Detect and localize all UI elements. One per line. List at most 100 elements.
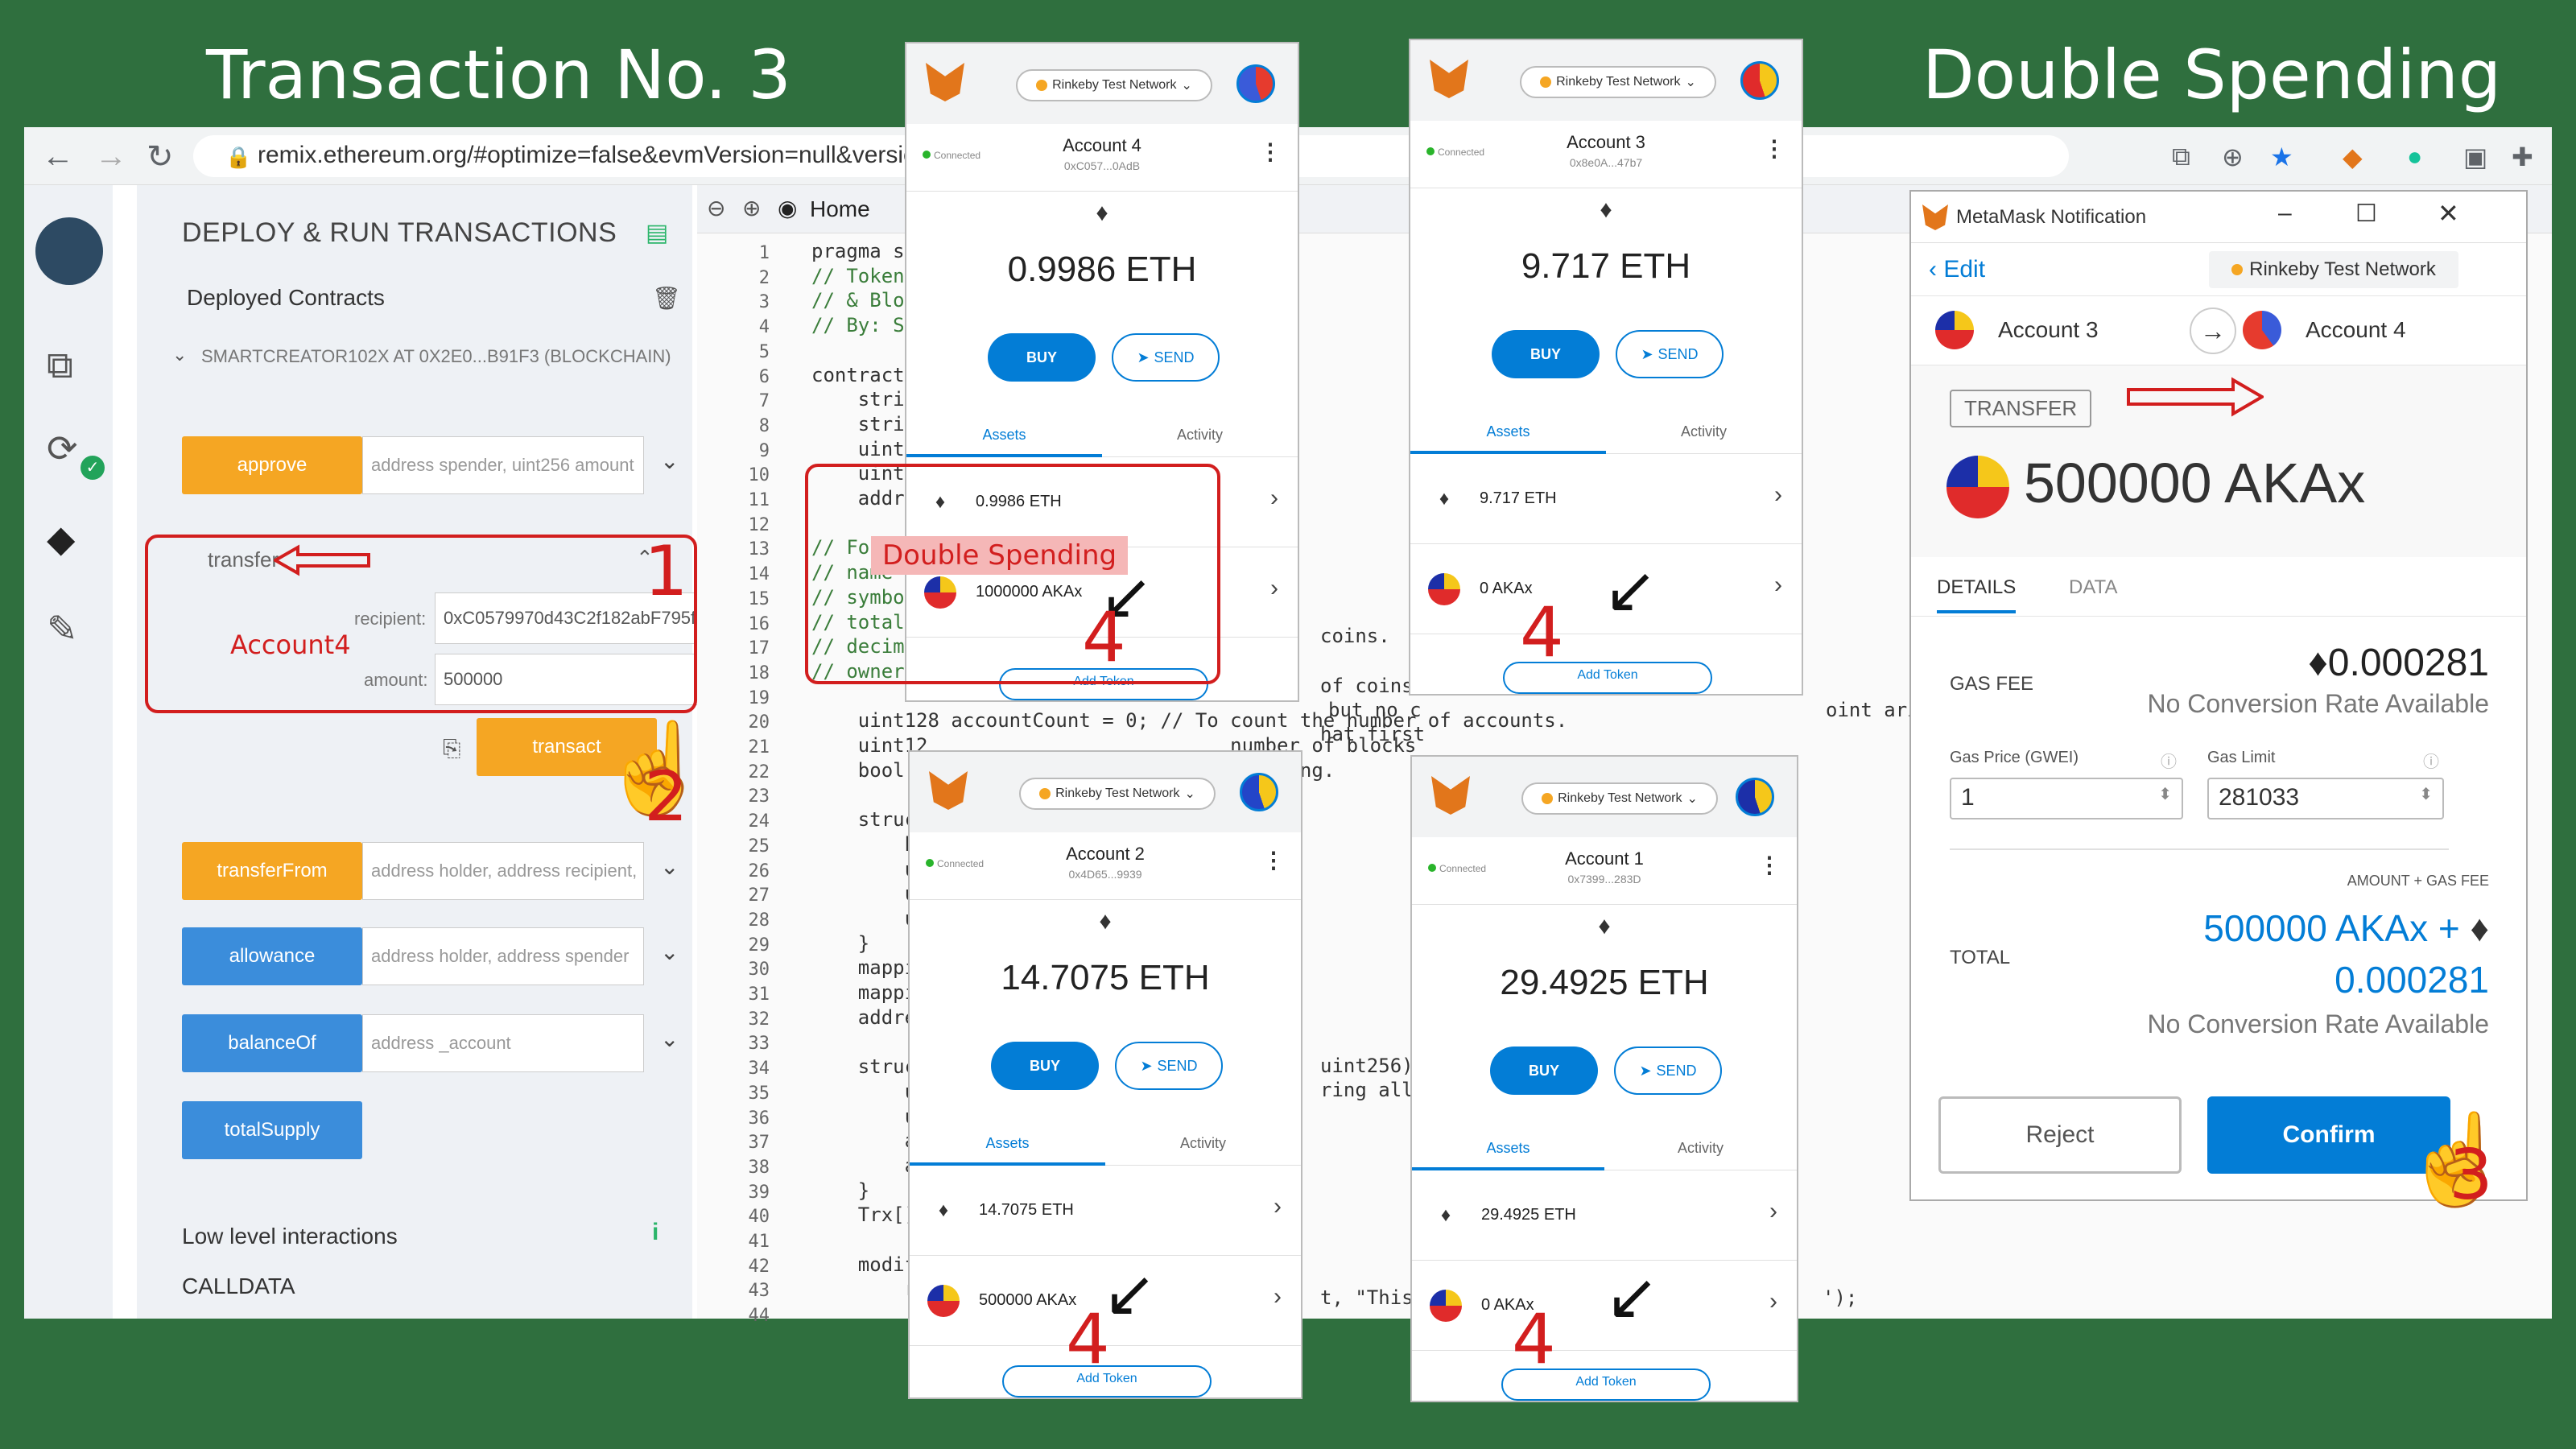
zoom-icon[interactable]: ⊕ — [2222, 142, 2244, 172]
chevron-down-icon: ⌄ — [1181, 79, 1192, 93]
code-fragment: coins. — [1320, 625, 1390, 647]
forward-icon[interactable]: → — [95, 138, 127, 175]
tab-activity[interactable]: Activity — [1102, 427, 1298, 444]
asset-row-eth[interactable]: ♦ 9.717 ETH › — [1410, 454, 1802, 544]
reload-icon[interactable]: ↻ — [147, 138, 174, 175]
compiler-icon[interactable]: ⟳ — [47, 427, 78, 470]
totalsupply-button[interactable]: totalSupply — [182, 1101, 362, 1159]
kebab-menu-icon[interactable]: ⋮ — [1262, 847, 1285, 873]
buy-button[interactable]: BUY — [991, 1042, 1099, 1090]
approve-button[interactable]: approve — [182, 436, 362, 494]
transferfrom-input[interactable]: address holder, address recipient, — [362, 842, 644, 900]
send-button[interactable]: ➤ SEND — [1616, 330, 1724, 378]
grammarly-icon[interactable]: ● — [2407, 142, 2422, 171]
kebab-menu-icon[interactable]: ⋮ — [1763, 135, 1785, 162]
translate-icon[interactable]: ⧉ — [2172, 142, 2190, 172]
wallet-tabs: Assets Activity — [910, 1125, 1301, 1166]
allowance-input[interactable]: address holder, address spender — [362, 927, 644, 985]
code-fragment: but no c — [1328, 699, 1422, 721]
account-name[interactable]: Account 1 — [1412, 848, 1797, 869]
copy-icon[interactable]: ⎘ — [443, 736, 460, 762]
plugin-manager-icon[interactable]: ✎ — [47, 607, 78, 650]
network-selector[interactable]: Rinkeby Test Network ⌄ — [1520, 66, 1716, 98]
metamask-extension-icon[interactable]: ◆ — [2343, 142, 2363, 172]
send-button[interactable]: ➤ SEND — [1112, 333, 1220, 382]
buy-button[interactable]: BUY — [1490, 1046, 1598, 1095]
maximize-icon[interactable]: ☐ — [2355, 200, 2377, 228]
tab-data[interactable]: DATA — [2069, 576, 2117, 599]
puzzle-icon[interactable]: ✚ — [2512, 142, 2533, 172]
reject-button[interactable]: Reject — [1938, 1096, 2182, 1174]
buy-button[interactable]: BUY — [1492, 330, 1600, 378]
account-avatar[interactable] — [1740, 61, 1779, 100]
asset-eth-value: 9.717 ETH — [1480, 489, 1557, 507]
tab-details[interactable]: DETAILS — [1937, 576, 2017, 613]
tab-assets[interactable]: Assets — [906, 427, 1102, 444]
account-name[interactable]: Account 2 — [910, 844, 1301, 865]
deploy-icon[interactable]: ◆ — [47, 517, 75, 560]
info-icon[interactable]: i — [652, 1219, 658, 1246]
total-label: TOTAL — [1950, 947, 2011, 968]
back-icon[interactable]: ← — [42, 138, 74, 175]
collapse-chevron-icon[interactable]: ⌄ — [172, 345, 187, 365]
chevron-down-icon: ⌄ — [1686, 792, 1698, 806]
balanceof-input[interactable]: address _account — [362, 1014, 644, 1072]
asset-row-eth[interactable]: ♦ 14.7075 ETH › — [910, 1166, 1301, 1256]
kebab-menu-icon[interactable]: ⋮ — [1259, 138, 1282, 165]
approve-expand-icon[interactable]: ⌄ — [660, 448, 679, 474]
account-avatar[interactable] — [1736, 778, 1774, 816]
account-address[interactable]: 0x7399...283D — [1412, 873, 1797, 886]
account-avatar[interactable] — [1236, 64, 1275, 103]
account-name[interactable]: Account 3 — [1410, 132, 1802, 153]
metamask-wallet-panel: Rinkeby Test Network ⌄ Connected Account … — [1409, 39, 1803, 696]
account-name[interactable]: Account 4 — [906, 135, 1298, 156]
allowance-expand-icon[interactable]: ⌄ — [660, 939, 679, 965]
gas-limit-input[interactable]: 281033 ⬍ — [2207, 778, 2444, 819]
chevron-right-icon: › — [1774, 572, 1782, 598]
wallet-header: Rinkeby Test Network ⌄ — [1412, 757, 1797, 837]
gas-price-input[interactable]: 1 ⬍ — [1950, 778, 2183, 819]
close-icon[interactable]: ✕ — [2438, 198, 2459, 229]
account-address[interactable]: 0x8e0A...47b7 — [1410, 156, 1802, 169]
tab-activity[interactable]: Activity — [1606, 423, 1802, 440]
send-button[interactable]: ➤ SEND — [1614, 1046, 1722, 1095]
transferfrom-expand-icon[interactable]: ⌄ — [660, 853, 679, 880]
approve-input[interactable]: address spender, uint256 amount — [362, 436, 644, 494]
allowance-button[interactable]: allowance — [182, 927, 362, 985]
balanceof-expand-icon[interactable]: ⌄ — [660, 1026, 679, 1052]
network-selector[interactable]: Rinkeby Test Network ⌄ — [1521, 782, 1718, 815]
account-address[interactable]: 0xC057...0AdB — [906, 159, 1298, 172]
tab-assets[interactable]: Assets — [910, 1135, 1105, 1152]
kebab-menu-icon[interactable]: ⋮ — [1758, 852, 1781, 878]
extension-icon[interactable]: ▣ — [2463, 142, 2487, 172]
tab-assets[interactable]: Assets — [1410, 423, 1606, 440]
network-badge: Rinkeby Test Network — [2209, 251, 2458, 288]
eth-icon: ♦ — [938, 1199, 949, 1221]
balanceof-button[interactable]: balanceOf — [182, 1014, 362, 1072]
tab-activity[interactable]: Activity — [1604, 1140, 1797, 1157]
account-avatar[interactable] — [1240, 773, 1278, 811]
title-double-spending: Double Spending — [1922, 35, 2502, 114]
chevron-right-icon: › — [1270, 485, 1278, 511]
gas-price-info-icon[interactable]: ⓘ — [2161, 749, 2177, 772]
trash-icon[interactable]: 🗑 — [652, 285, 681, 312]
eth-balance: 14.7075 ETH — [1001, 958, 1210, 997]
bookmark-star-icon[interactable]: ★ — [2270, 142, 2293, 172]
account-address[interactable]: 0x4D65...9939 — [910, 868, 1301, 881]
send-arrow-icon: ➤ — [1140, 1057, 1153, 1074]
network-selector[interactable]: Rinkeby Test Network ⌄ — [1016, 69, 1212, 101]
docs-icon[interactable]: ▤ — [646, 219, 668, 247]
asset-row-token[interactable]: 0 AKAx › — [1412, 1261, 1797, 1351]
transferfrom-button[interactable]: transferFrom — [182, 842, 362, 900]
buy-button[interactable]: BUY — [988, 333, 1096, 382]
tab-assets[interactable]: Assets — [1412, 1140, 1604, 1157]
tab-activity[interactable]: Activity — [1105, 1135, 1301, 1152]
file-explorer-icon[interactable]: ⧉ — [47, 343, 73, 388]
asset-row-eth[interactable]: ♦ 29.4925 ETH › — [1412, 1170, 1797, 1261]
network-selector[interactable]: Rinkeby Test Network ⌄ — [1019, 778, 1216, 810]
remix-logo-icon[interactable] — [35, 217, 103, 285]
gas-limit-info-icon[interactable]: ⓘ — [2423, 749, 2439, 772]
edit-link[interactable]: ‹ Edit — [1929, 256, 1985, 283]
minimize-icon[interactable]: – — [2278, 200, 2292, 227]
send-button[interactable]: ➤ SEND — [1115, 1042, 1223, 1090]
